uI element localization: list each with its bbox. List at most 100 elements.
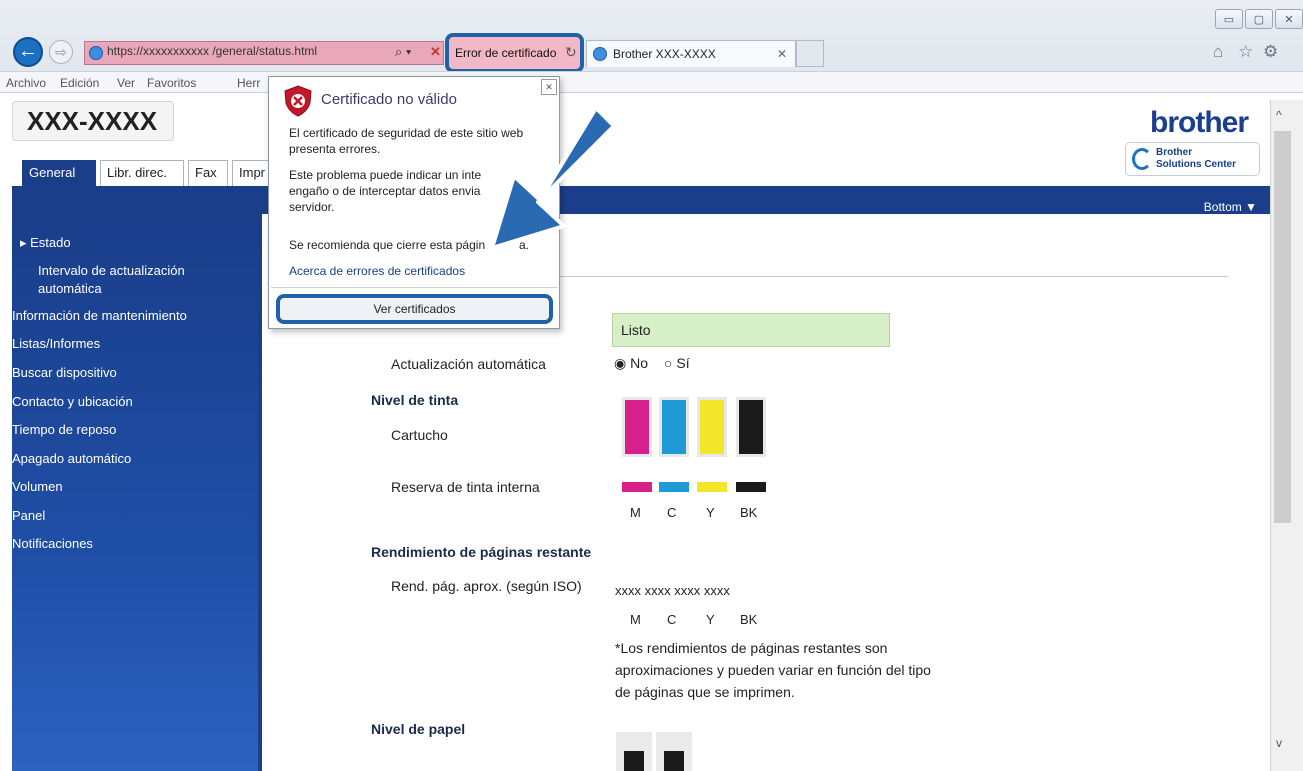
header-bar xyxy=(12,186,1270,214)
sidebar-item-volumen[interactable]: Volumen xyxy=(12,479,63,494)
auto-update-no-radio[interactable]: ◉ No xyxy=(614,355,648,372)
tab-impr[interactable]: Impr xyxy=(232,160,272,186)
yield-label: Rend. pág. aprox. (según ISO) xyxy=(391,578,582,594)
popup-divider xyxy=(271,287,557,288)
yield-heading: Rendimiento de páginas restante xyxy=(371,544,592,560)
sidebar-item-intervalo[interactable]: Intervalo de actualización xyxy=(38,263,185,278)
yield-note-line3: de páginas que se imprimen. xyxy=(615,684,795,700)
sidebar-item-mantenimiento[interactable]: Información de mantenimiento xyxy=(12,308,187,323)
sidebar-item-notificaciones[interactable]: Notificaciones xyxy=(12,536,93,551)
settings-gear-icon[interactable]: ⚙ xyxy=(1263,42,1278,62)
paper-tray-2-fill xyxy=(664,751,684,771)
yield-letter-m: M xyxy=(630,612,641,627)
annotation-arrow-icon xyxy=(490,106,616,250)
ink-letter-bk: BK xyxy=(740,505,758,520)
sidebar-item-listas[interactable]: Listas/Informes xyxy=(12,336,100,351)
solutions-center-icon xyxy=(1132,148,1152,170)
sidebar-item-estado-label: Estado xyxy=(30,235,71,250)
reserve-label: Reserva de tinta interna xyxy=(391,479,540,495)
reserve-magenta xyxy=(622,482,652,492)
brother-logo: brother xyxy=(1150,106,1249,139)
radio-unselected-icon: ○ xyxy=(664,355,673,371)
menu-herramientas[interactable]: Herr xyxy=(237,76,260,90)
divider xyxy=(560,276,1228,277)
forward-arrow-icon: ⇨ xyxy=(55,44,67,60)
status-value: Listo xyxy=(612,313,890,347)
popup-text-1b: presenta errores. xyxy=(289,142,381,156)
reserve-cyan xyxy=(659,482,689,492)
auto-update-si-radio[interactable]: ○ Sí xyxy=(664,355,690,371)
back-button[interactable]: ← xyxy=(13,37,43,67)
scroll-up-icon[interactable]: ^ xyxy=(1276,108,1282,122)
search-dropdown-icon[interactable]: ⌕ ▾ xyxy=(395,44,411,60)
menu-archivo[interactable]: Archivo xyxy=(6,76,46,90)
address-url[interactable]: https://xxxxxxxxxxx /general/status.html xyxy=(107,44,317,58)
tab-general[interactable]: General xyxy=(22,160,96,186)
tab-title: Brother XXX-XXXX xyxy=(613,47,716,61)
yield-letter-bk: BK xyxy=(740,612,758,627)
cert-error-indicator[interactable]: Error de certificado ↻ xyxy=(445,33,584,73)
yield-values: xxxx xxxx xxxx xxxx xyxy=(615,583,730,598)
menu-favoritos[interactable]: Favoritos xyxy=(147,76,196,90)
home-icon[interactable]: ⌂ xyxy=(1213,42,1223,62)
tab-close-icon[interactable]: ✕ xyxy=(777,47,787,61)
paper-level-heading: Nivel de papel xyxy=(371,721,466,737)
popup-close-icon[interactable]: ✕ xyxy=(541,79,557,95)
scroll-down-icon[interactable]: v xyxy=(1276,736,1282,750)
maximize-button[interactable]: ▢ xyxy=(1245,9,1273,29)
reserve-black xyxy=(736,482,766,492)
refresh-icon[interactable]: ↻ xyxy=(565,44,577,61)
tab-libr-direc[interactable]: Libr. direc. xyxy=(100,160,184,186)
radio-selected-icon: ◉ xyxy=(614,355,627,371)
new-tab-button[interactable] xyxy=(796,40,824,67)
sidebar-item-buscar[interactable]: Buscar dispositivo xyxy=(12,365,117,380)
tab-fax[interactable]: Fax xyxy=(188,160,228,186)
ink-letter-y: Y xyxy=(706,505,715,520)
solutions-center-button[interactable]: Brother Solutions Center xyxy=(1125,142,1260,176)
favorites-star-icon[interactable]: ☆ xyxy=(1238,42,1253,62)
sidebar-item-apagado[interactable]: Apagado automático xyxy=(12,451,131,466)
cartridge-cyan xyxy=(659,397,689,457)
main-tabs: General Libr. direc. Fax Impr xyxy=(12,160,272,186)
paper-tray-1-fill xyxy=(624,751,644,771)
cert-error-label: Error de certificado xyxy=(455,46,557,60)
solutions-center-line2: Solutions Center xyxy=(1156,159,1237,170)
auto-update-no-label: No xyxy=(630,355,649,371)
popup-text-2c: servidor. xyxy=(289,200,335,214)
ie-logo-icon xyxy=(89,46,103,60)
back-arrow-icon: ← xyxy=(18,40,38,62)
menu-edicion[interactable]: Edición xyxy=(60,76,99,90)
model-name: XXX-XXXX xyxy=(12,101,174,141)
minimize-button[interactable]: ▭ xyxy=(1215,9,1243,29)
popup-title: Certificado no válido xyxy=(321,91,457,108)
cartridge-label: Cartucho xyxy=(391,427,448,443)
sidebar-item-estado[interactable]: ▸ Estado xyxy=(20,235,71,251)
popup-recommend: Se recomienda que cierre esta págin xyxy=(289,238,486,252)
close-window-button[interactable]: ✕ xyxy=(1275,9,1303,29)
paper-tray-1 xyxy=(616,732,652,771)
cartridge-magenta xyxy=(622,397,652,457)
auto-update-si-label: Sí xyxy=(676,355,690,371)
sidebar-item-contacto[interactable]: Contacto y ubicación xyxy=(12,394,133,409)
shield-error-icon xyxy=(284,85,312,117)
menu-ver[interactable]: Ver xyxy=(117,76,135,90)
sidebar-item-reposo[interactable]: Tiempo de reposo xyxy=(12,422,116,437)
popup-text-2a: Este problema puede indicar un inte xyxy=(289,168,482,182)
cert-errors-link[interactable]: Acerca de errores de certificados xyxy=(289,263,465,279)
bottom-link[interactable]: Bottom ▼ xyxy=(1204,200,1257,214)
forward-button[interactable]: ⇨ xyxy=(49,40,73,64)
reserve-yellow xyxy=(697,482,727,492)
menu-bar: Archivo Edición Ver Favoritos Herr xyxy=(0,71,1303,93)
sidebar-item-intervalo-2[interactable]: automática xyxy=(38,281,102,296)
sidebar: ▸ Estado Intervalo de actualización auto… xyxy=(12,214,258,771)
browser-tab[interactable]: Brother XXX-XXXX ✕ xyxy=(586,40,796,67)
sidebar-item-panel[interactable]: Panel xyxy=(12,508,45,523)
tab-favicon-icon xyxy=(593,47,607,61)
view-certificates-button[interactable]: Ver certificados xyxy=(276,294,553,324)
yield-letter-c: C xyxy=(667,612,677,627)
ink-letter-c: C xyxy=(667,505,677,520)
ink-letter-m: M xyxy=(630,505,641,520)
scrollbar-thumb[interactable] xyxy=(1274,131,1291,523)
yield-note-line1: *Los rendimientos de páginas restantes s… xyxy=(615,640,888,656)
yield-letter-y: Y xyxy=(706,612,715,627)
